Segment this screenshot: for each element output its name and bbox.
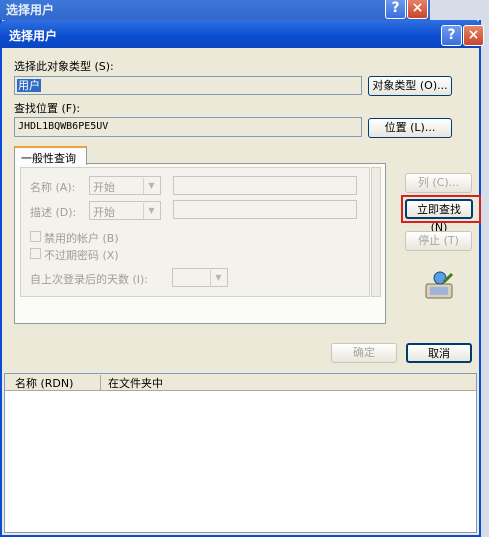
ok-button[interactable]: 确定	[331, 343, 397, 363]
column-divider[interactable]	[100, 375, 101, 390]
stop-button[interactable]: 停止 (T)	[405, 231, 472, 251]
name-label: 名称 (A):	[30, 181, 76, 194]
disabled-accounts-label: 禁用的帐户 (B)	[44, 232, 119, 245]
background-close-button[interactable]: ×	[407, 0, 428, 19]
search-users-icon	[425, 271, 454, 299]
tab-label: 一般性查询	[21, 152, 76, 165]
object-type-label: 选择此对象类型 (S):	[14, 60, 114, 73]
dialog-titlebar[interactable]	[0, 20, 481, 48]
chevron-down-icon: ▼	[210, 270, 226, 286]
location-value: JHDL1BQWB6PE5UV	[18, 121, 109, 132]
cancel-button[interactable]: 取消	[406, 343, 472, 363]
location-label: 查找位置 (F):	[14, 102, 81, 115]
query-scrollbar[interactable]	[371, 167, 381, 297]
dialog-title: 选择用户	[9, 29, 58, 43]
columns-button[interactable]: 列 (C)...	[405, 173, 472, 193]
description-mode-select[interactable]: 开始 ▼	[89, 201, 161, 220]
find-now-button[interactable]: 立即查找 (N)	[405, 199, 473, 234]
help-button[interactable]: ?	[441, 25, 462, 46]
non-expiring-password-label: 不过期密码 (X)	[44, 249, 119, 262]
location-field: JHDL1BQWB6PE5UV	[14, 117, 362, 137]
days-since-logon-label: 自上次登录后的天数 (I):	[30, 273, 149, 286]
description-mode-value: 开始	[93, 206, 115, 219]
chevron-down-icon: ▼	[143, 203, 159, 219]
name-mode-value: 开始	[93, 181, 115, 194]
tab-common-queries[interactable]: 一般性查询	[14, 146, 87, 165]
days-since-logon-select[interactable]: ▼	[172, 268, 228, 287]
results-header	[5, 374, 476, 391]
close-button[interactable]: ×	[463, 25, 484, 46]
object-types-button[interactable]: 对象类型 (O)...	[368, 76, 452, 96]
disabled-accounts-checkbox[interactable]	[30, 231, 41, 242]
chevron-down-icon: ▼	[143, 178, 159, 194]
name-mode-select[interactable]: 开始 ▼	[89, 176, 161, 195]
name-input[interactable]	[173, 176, 357, 195]
description-input[interactable]	[173, 200, 357, 219]
column-header-name[interactable]: 名称 (RDN)	[15, 375, 73, 391]
locations-button[interactable]: 位置 (L)...	[368, 118, 452, 138]
description-label: 描述 (D):	[30, 206, 77, 219]
column-header-folder[interactable]: 在文件夹中	[108, 375, 163, 391]
search-results-list[interactable]	[4, 373, 477, 533]
object-type-value: 用户	[17, 79, 41, 92]
background-window-title: 选择用户	[6, 3, 55, 17]
background-help-button[interactable]: ?	[385, 0, 406, 19]
non-expiring-password-checkbox[interactable]	[30, 248, 41, 259]
object-type-field: 用户	[14, 76, 362, 95]
